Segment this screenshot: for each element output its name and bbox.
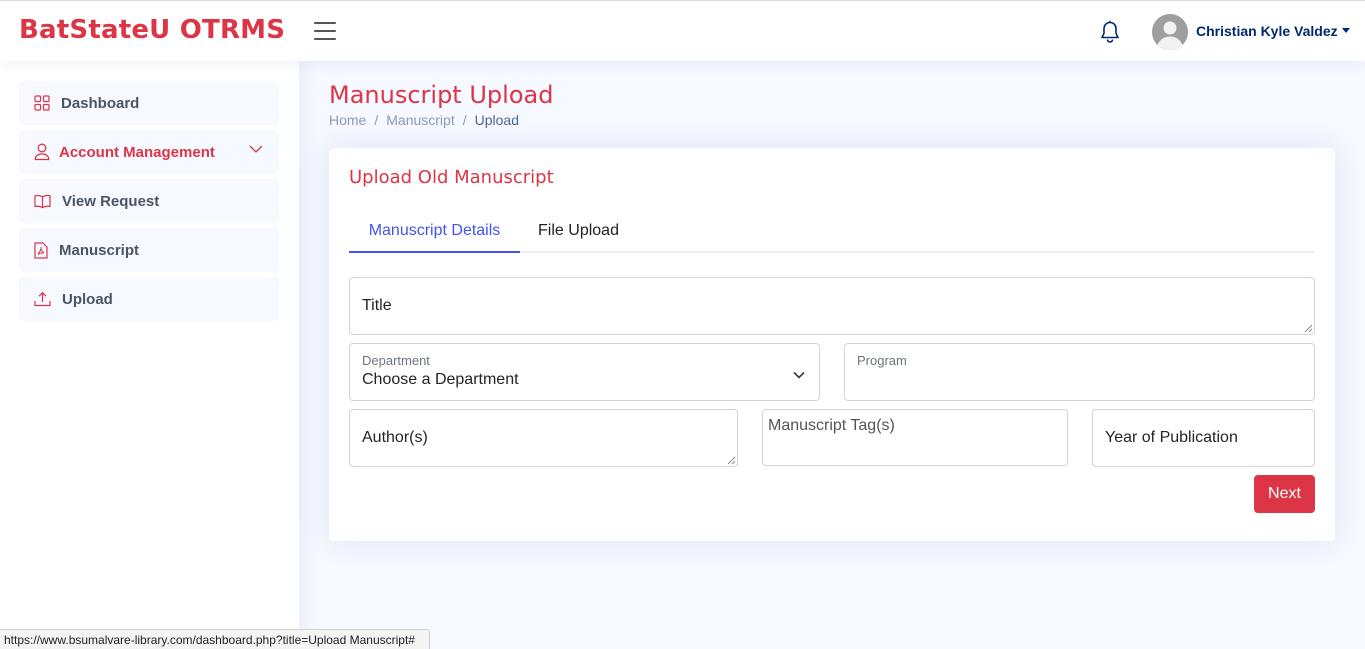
department-select[interactable]: Department Choose a Department <box>349 343 820 401</box>
chevron-down-icon <box>249 144 263 154</box>
file-pdf-icon <box>34 241 48 259</box>
sidebar: Dashboard Account Management View Reques… <box>0 61 299 649</box>
sidebar-item-view-request[interactable]: View Request <box>19 179 279 223</box>
bell-icon[interactable] <box>1099 20 1121 44</box>
department-value: Choose a Department <box>362 371 519 388</box>
tab-manuscript-details[interactable]: Manuscript Details <box>349 218 520 253</box>
sidebar-item-label: Dashboard <box>61 94 140 112</box>
app-logo[interactable]: BatStateU OTRMS <box>19 15 285 45</box>
next-button[interactable]: Next <box>1254 475 1315 513</box>
tab-bar: Manuscript Details File Upload <box>349 218 1315 253</box>
tab-file-upload[interactable]: File Upload <box>520 218 637 253</box>
sidebar-item-account-management[interactable]: Account Management <box>19 130 279 174</box>
card-title: Upload Old Manuscript <box>349 167 554 188</box>
breadcrumb-manuscript[interactable]: Manuscript <box>386 112 454 128</box>
department-label: Department <box>362 353 430 368</box>
sidebar-item-upload[interactable]: Upload <box>19 277 279 321</box>
upload-card: Upload Old Manuscript Manuscript Details… <box>329 148 1335 541</box>
page-title: Manuscript Upload <box>329 81 554 109</box>
authors-placeholder: Author(s) <box>362 429 428 446</box>
resize-handle-icon[interactable] <box>1304 324 1313 333</box>
program-input[interactable]: Program <box>844 343 1315 401</box>
breadcrumb-home[interactable]: Home <box>329 112 366 128</box>
breadcrumb-separator: / <box>374 112 379 128</box>
resize-handle-icon[interactable] <box>727 456 736 465</box>
top-header: BatStateU OTRMS Christian Kyle Valdez <box>0 0 1365 61</box>
title-placeholder: Title <box>362 297 392 314</box>
breadcrumb: Home / Manuscript / Upload <box>329 112 519 128</box>
year-placeholder: Year of Publication <box>1105 429 1238 446</box>
book-icon <box>34 194 51 209</box>
tags-input[interactable]: Manuscript Tag(s) <box>762 409 1068 466</box>
avatar[interactable] <box>1152 14 1188 50</box>
breadcrumb-separator: / <box>462 112 467 128</box>
grid-icon <box>34 95 50 111</box>
sidebar-item-label: Upload <box>62 290 113 308</box>
title-textarea[interactable]: Title <box>349 277 1315 335</box>
hamburger-menu-icon[interactable] <box>314 22 336 42</box>
chevron-down-icon <box>793 366 805 384</box>
breadcrumb-current: Upload <box>474 112 519 128</box>
program-label: Program <box>857 353 907 368</box>
user-menu[interactable]: Christian Kyle Valdez <box>1196 23 1350 39</box>
sidebar-item-label: Manuscript <box>59 241 140 259</box>
sidebar-item-manuscript[interactable]: Manuscript <box>19 228 279 272</box>
tags-placeholder: Manuscript Tag(s) <box>768 417 895 434</box>
user-name-label: Christian Kyle Valdez <box>1196 23 1338 39</box>
authors-textarea[interactable]: Author(s) <box>349 409 738 467</box>
year-input[interactable]: Year of Publication <box>1092 409 1315 467</box>
sidebar-item-label: View Request <box>62 192 160 210</box>
sidebar-item-label: Account Management <box>59 143 215 161</box>
caret-down-icon <box>1341 28 1350 33</box>
upload-icon <box>34 291 51 307</box>
person-icon <box>34 143 50 161</box>
sidebar-item-dashboard[interactable]: Dashboard <box>19 81 279 125</box>
status-bar-url: https://www.bsumalvare-library.com/dashb… <box>0 629 430 649</box>
